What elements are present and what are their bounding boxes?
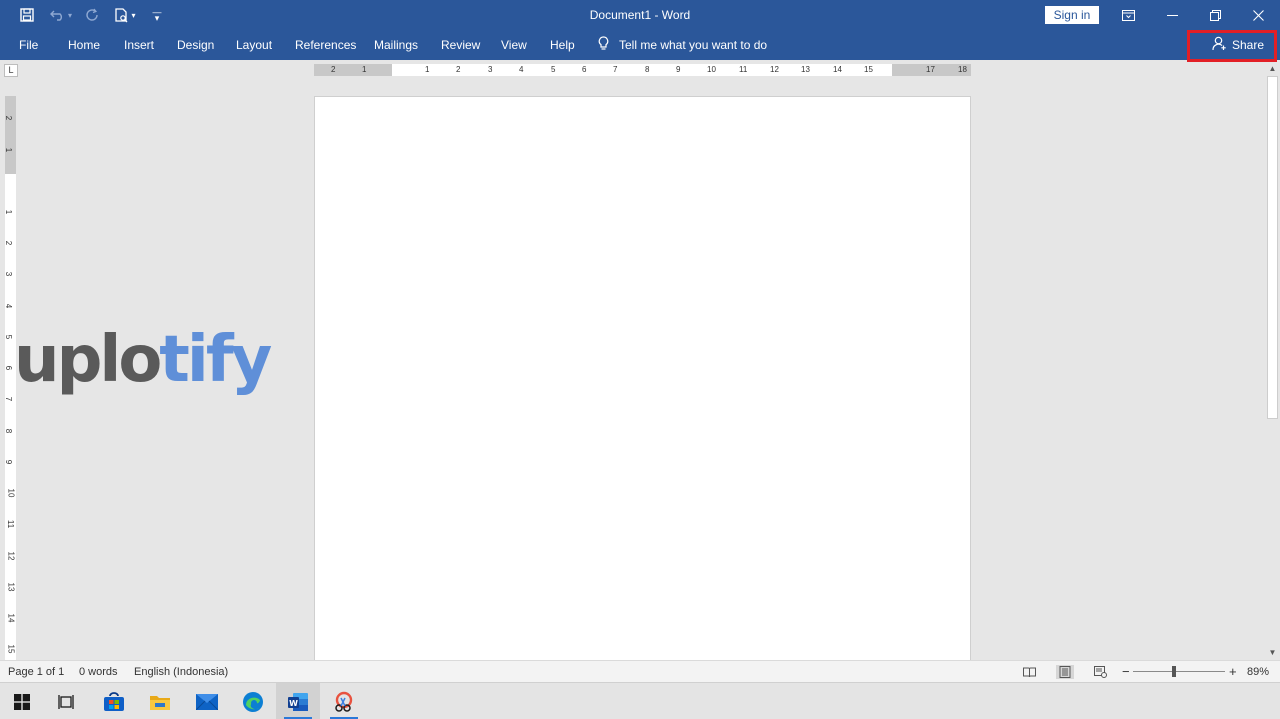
zoom-out-button[interactable]: −	[1122, 661, 1130, 683]
svg-text:W: W	[289, 699, 298, 708]
word-count[interactable]: 0 words	[79, 661, 118, 683]
tab-help[interactable]: Help	[550, 30, 575, 60]
lightbulb-icon	[598, 36, 609, 54]
uplotify-watermark: uplo tify	[14, 316, 272, 404]
tab-view[interactable]: View	[501, 30, 527, 60]
close-icon[interactable]	[1236, 0, 1280, 30]
ruler-margin-top	[5, 96, 16, 174]
tell-me-search[interactable]: Tell me what you want to do	[598, 30, 767, 60]
ruler-number: 2	[456, 65, 461, 74]
watermark-part1: uplo	[14, 323, 162, 397]
undo-icon[interactable]: ▾	[48, 0, 74, 30]
ruler-number: 1	[425, 65, 430, 74]
ruler-number: 15	[864, 65, 873, 74]
ruler-number: 3	[4, 271, 14, 277]
ruler-margin-left	[314, 64, 392, 76]
ruler-number: 18	[958, 65, 967, 74]
minimize-icon[interactable]	[1150, 0, 1194, 30]
taskbar: W	[0, 682, 1280, 719]
store-icon[interactable]	[92, 683, 136, 719]
ruler-number: 6	[4, 365, 14, 371]
tell-me-label: Tell me what you want to do	[619, 38, 768, 52]
ruler-number: 7	[4, 396, 14, 402]
ruler-number: 8	[4, 428, 14, 434]
zoom-slider-track[interactable]	[1133, 671, 1225, 672]
ruler-number: 17	[926, 65, 935, 74]
tab-home[interactable]: Home	[68, 30, 100, 60]
zoom-level[interactable]: 89%	[1247, 661, 1269, 683]
ruler-number: 4	[519, 65, 524, 74]
ruler-number: 5	[4, 334, 14, 340]
redo-icon[interactable]	[82, 0, 102, 30]
ribbon-tabs: File Home Insert Design Layout Reference…	[0, 30, 1280, 60]
print-preview-icon[interactable]: ▾	[110, 0, 140, 30]
page-count[interactable]: Page 1 of 1	[8, 661, 64, 683]
ruler-number: 2	[4, 240, 14, 246]
ruler-number: 6	[582, 65, 587, 74]
ruler-number: 12	[770, 65, 779, 74]
vertical-scrollbar[interactable]: ▲ ▼	[1265, 62, 1280, 660]
scroll-thumb[interactable]	[1267, 76, 1278, 419]
language-indicator[interactable]: English (Indonesia)	[134, 661, 228, 683]
ruler-number: 13	[801, 65, 810, 74]
tab-review[interactable]: Review	[441, 30, 480, 60]
ruler-number: 2	[4, 115, 14, 121]
tab-design[interactable]: Design	[177, 30, 214, 60]
ruler-number: 11	[6, 519, 16, 529]
status-bar: Page 1 of 1 0 words English (Indonesia) …	[0, 660, 1280, 682]
ruler-number: 7	[613, 65, 618, 74]
web-layout-icon[interactable]	[1093, 665, 1107, 679]
ruler-number: 3	[488, 65, 493, 74]
ribbon-display-options-icon[interactable]	[1106, 0, 1150, 30]
tab-layout[interactable]: Layout	[236, 30, 272, 60]
share-highlight-box	[1187, 30, 1277, 62]
ruler-number: 10	[707, 65, 716, 74]
ruler-number: 10	[6, 488, 16, 498]
ruler-number: 9	[676, 65, 681, 74]
ruler-number: 5	[551, 65, 556, 74]
ruler-number: 14	[6, 613, 16, 623]
ruler-number: 4	[4, 303, 14, 309]
zoom-slider-thumb[interactable]	[1172, 666, 1176, 677]
ruler-number: 1	[4, 147, 14, 153]
tab-references[interactable]: References	[295, 30, 356, 60]
ruler-number: 15	[6, 644, 16, 654]
ruler-number: 13	[6, 582, 16, 592]
tab-file[interactable]: File	[19, 30, 38, 60]
watermark-part2: tify	[159, 323, 272, 397]
tab-insert[interactable]: Insert	[124, 30, 154, 60]
edge-icon[interactable]	[231, 683, 275, 719]
save-icon[interactable]	[14, 0, 40, 30]
horizontal-ruler[interactable]: 2 1 1 2 3 4 5 6 7 8 9 10 11 12 13 14 15 17 18	[314, 64, 971, 76]
ruler-number: 2	[331, 65, 336, 74]
file-explorer-icon[interactable]	[138, 683, 182, 719]
restore-icon[interactable]	[1193, 0, 1237, 30]
tab-selector[interactable]: L	[4, 64, 18, 77]
print-layout-icon[interactable]	[1056, 665, 1074, 679]
ruler-number: 1	[362, 65, 367, 74]
scroll-down-icon[interactable]: ▼	[1265, 646, 1280, 660]
document-page[interactable]	[314, 96, 971, 661]
task-view-icon[interactable]	[45, 683, 89, 719]
read-mode-icon[interactable]	[1022, 665, 1036, 679]
scroll-up-icon[interactable]: ▲	[1265, 62, 1280, 76]
customize-icon[interactable]: — ▾	[148, 0, 166, 30]
ruler-number: 12	[6, 551, 16, 561]
quick-access-toolbar: ▾ ▾ — ▾	[14, 0, 166, 30]
ruler-number: 9	[4, 459, 14, 465]
title-bar: ▾ ▾ — ▾ Document1 - Word Sign in	[0, 0, 1280, 30]
ruler-number: 8	[645, 65, 650, 74]
ruler-number: 1	[4, 209, 14, 215]
sign-in-button[interactable]: Sign in	[1045, 6, 1099, 24]
mail-icon[interactable]	[185, 683, 229, 719]
word-taskbar-icon[interactable]: W	[276, 683, 320, 719]
tab-mailings[interactable]: Mailings	[374, 30, 418, 60]
windows-start-icon[interactable]	[0, 683, 44, 719]
snipping-tool-icon[interactable]	[322, 683, 366, 719]
ruler-number: 14	[833, 65, 842, 74]
zoom-in-button[interactable]: +	[1229, 661, 1237, 683]
ruler-number: 11	[739, 65, 748, 74]
